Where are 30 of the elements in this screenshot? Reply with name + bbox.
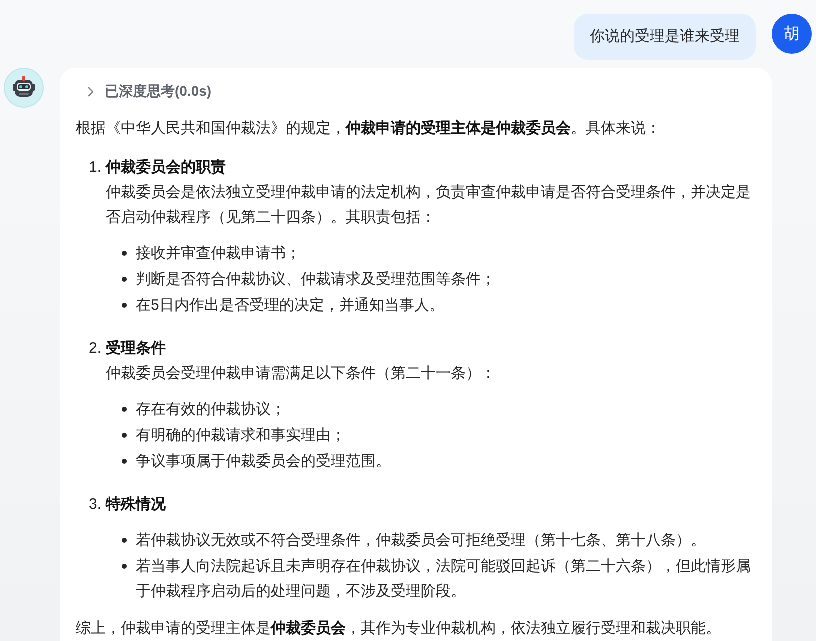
section-title: 特殊情况 bbox=[106, 495, 166, 515]
intro-paragraph: 根据《中华人民共和国仲裁法》的规定，仲裁申请的受理主体是仲裁委员会。具体来说： bbox=[76, 118, 662, 139]
bullet-text: 若仲裁协议无效或不符合受理条件，仲裁委员会可拒绝受理（第十七条、第十八条）。 bbox=[136, 531, 706, 551]
user-avatar: 胡 bbox=[772, 14, 812, 54]
section-title: 仲裁委员会的职责 bbox=[106, 158, 226, 178]
list-number: 1. bbox=[88, 158, 103, 178]
thinking-toggle[interactable]: 已深度思考(0.0s) bbox=[80, 78, 220, 106]
bullet-text: 有明确的仲裁请求和事实理由； bbox=[136, 426, 346, 446]
bullet-icon bbox=[122, 564, 127, 569]
user-message: 你说的受理是谁来受理 bbox=[574, 14, 756, 60]
section-description: 仲裁委员会是依法独立受理仲裁申请的法定机构，负责审查仲裁申请是否符合受理条件，并决定是否启动仲裁程序（见第二十四条）。其职责包括： bbox=[105, 183, 752, 228]
bullet-icon bbox=[122, 251, 127, 256]
list-number: 2. bbox=[88, 339, 103, 359]
bullet-text: 若当事人向法院起诉且未声明存在仲裁协议，法院可能驳回起诉（第二十六条），但此情形属于仲裁程序启动后的处理问题，不涉及受理阶段。 bbox=[136, 557, 752, 602]
bullet-icon bbox=[122, 433, 127, 438]
bullet-icon bbox=[122, 538, 127, 543]
bullet-text: 存在有效的仲裁协议； bbox=[136, 400, 286, 420]
bullet-icon bbox=[122, 407, 127, 412]
bullet-text: 判断是否符合仲裁协议、仲裁请求及受理范围等条件； bbox=[136, 270, 496, 290]
list-number: 3. bbox=[88, 495, 103, 515]
conclusion-paragraph: 综上，仲裁申请的受理主体是仲裁委员会，其作为专业仲裁机构，依法独立履行受理和裁决职能。 bbox=[76, 619, 722, 639]
bullet-icon bbox=[122, 303, 127, 308]
bullet-icon bbox=[122, 459, 127, 464]
bullet-text: 在5日内作出是否受理的决定，并通知当事人。 bbox=[136, 296, 444, 316]
bullet-icon bbox=[122, 277, 127, 282]
section-title: 受理条件 bbox=[106, 339, 166, 359]
section-description: 仲裁委员会受理仲裁申请需满足以下条件（第二十一条）： bbox=[105, 364, 497, 384]
bullet-text: 接收并审查仲裁申请书； bbox=[136, 244, 301, 264]
bullet-text: 争议事项属于仲裁委员会的受理范围。 bbox=[136, 452, 391, 472]
robot-avatar-icon bbox=[4, 68, 44, 108]
